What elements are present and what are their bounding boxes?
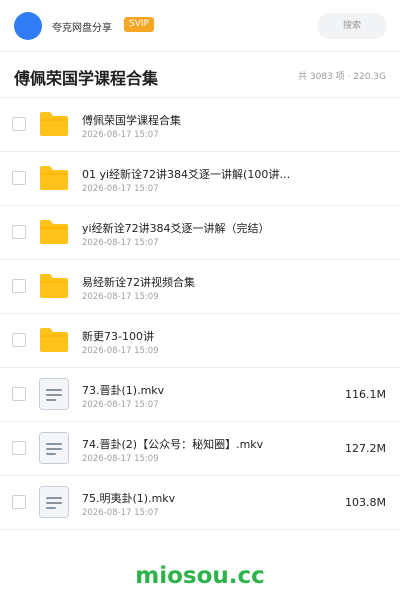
list-item[interactable]: 01 yi经新诠72讲384爻逐一讲解(100讲… 2026-08-17 15:… <box>0 152 400 206</box>
list-item[interactable]: 傅佩荣国学课程合集 2026-08-17 15:07 <box>0 98 400 152</box>
file-date: 2026-08-17 15:09 <box>82 292 159 302</box>
row-checkbox[interactable] <box>12 279 26 293</box>
file-name: 新更73-100讲 <box>82 330 154 343</box>
item-summary: 共 3083 项 · 220.3G <box>298 72 386 82</box>
avatar[interactable] <box>14 12 42 40</box>
file-name: 74.晋卦(2)【公众号：秘知圈】.mkv <box>82 438 264 451</box>
file-list: 傅佩荣国学课程合集 2026-08-17 15:07 01 yi经新诠72讲38… <box>0 98 400 530</box>
file-size: 103.8M <box>345 496 386 509</box>
row-checkbox[interactable] <box>12 333 26 347</box>
top-bar: 夸克网盘分享 SVIP 搜索 <box>0 0 400 52</box>
watermark: miosou.cc <box>135 563 265 589</box>
document-icon <box>38 486 70 518</box>
file-date: 2026-08-17 15:07 <box>82 130 159 140</box>
owner-name: 夸克网盘分享 <box>52 23 112 34</box>
file-date: 2026-08-17 15:09 <box>82 346 159 356</box>
file-size: 127.2M <box>345 442 386 455</box>
file-name: 易经新诠72讲视频合集 <box>82 276 195 289</box>
folder-icon <box>38 270 70 302</box>
file-name: yi经新诠72讲384爻逐一讲解（完结） <box>82 222 270 235</box>
file-size: 116.1M <box>345 388 386 401</box>
folder-icon <box>38 324 70 356</box>
file-name: 75.明夷卦(1).mkv <box>82 492 176 505</box>
search-input[interactable]: 搜索 <box>317 13 387 39</box>
file-name: 傅佩荣国学课程合集 <box>82 114 181 127</box>
row-checkbox[interactable] <box>12 225 26 239</box>
list-item[interactable]: 易经新诠72讲视频合集 2026-08-17 15:09 <box>0 260 400 314</box>
file-name: 01 yi经新诠72讲384爻逐一讲解(100讲… <box>82 168 291 181</box>
folder-icon <box>38 216 70 248</box>
file-date: 2026-08-17 15:07 <box>82 400 159 410</box>
row-checkbox[interactable] <box>12 387 26 401</box>
list-item[interactable]: 75.明夷卦(1).mkv 2026-08-17 15:07 103.8M <box>0 476 400 530</box>
svip-badge: SVIP <box>124 17 154 32</box>
file-date: 2026-08-17 15:07 <box>82 508 159 518</box>
page-title: 傅佩荣国学课程合集 <box>14 69 159 88</box>
file-date: 2026-08-17 15:09 <box>82 454 159 464</box>
folder-icon <box>38 162 70 194</box>
row-checkbox[interactable] <box>12 117 26 131</box>
list-item[interactable]: 新更73-100讲 2026-08-17 15:09 <box>0 314 400 368</box>
document-icon <box>38 378 70 410</box>
list-item[interactable]: yi经新诠72讲384爻逐一讲解（完结） 2026-08-17 15:07 <box>0 206 400 260</box>
row-checkbox[interactable] <box>12 441 26 455</box>
folder-icon <box>38 108 70 140</box>
file-name: 73.晋卦(1).mkv <box>82 384 165 397</box>
file-date: 2026-08-17 15:07 <box>82 238 159 248</box>
file-date: 2026-08-17 15:07 <box>82 184 159 194</box>
list-item[interactable]: 74.晋卦(2)【公众号：秘知圈】.mkv 2026-08-17 15:09 1… <box>0 422 400 476</box>
title-row: 傅佩荣国学课程合集 共 3083 项 · 220.3G <box>0 52 400 98</box>
row-checkbox[interactable] <box>12 171 26 185</box>
document-icon <box>38 432 70 464</box>
row-checkbox[interactable] <box>12 495 26 509</box>
list-item[interactable]: 73.晋卦(1).mkv 2026-08-17 15:07 116.1M <box>0 368 400 422</box>
